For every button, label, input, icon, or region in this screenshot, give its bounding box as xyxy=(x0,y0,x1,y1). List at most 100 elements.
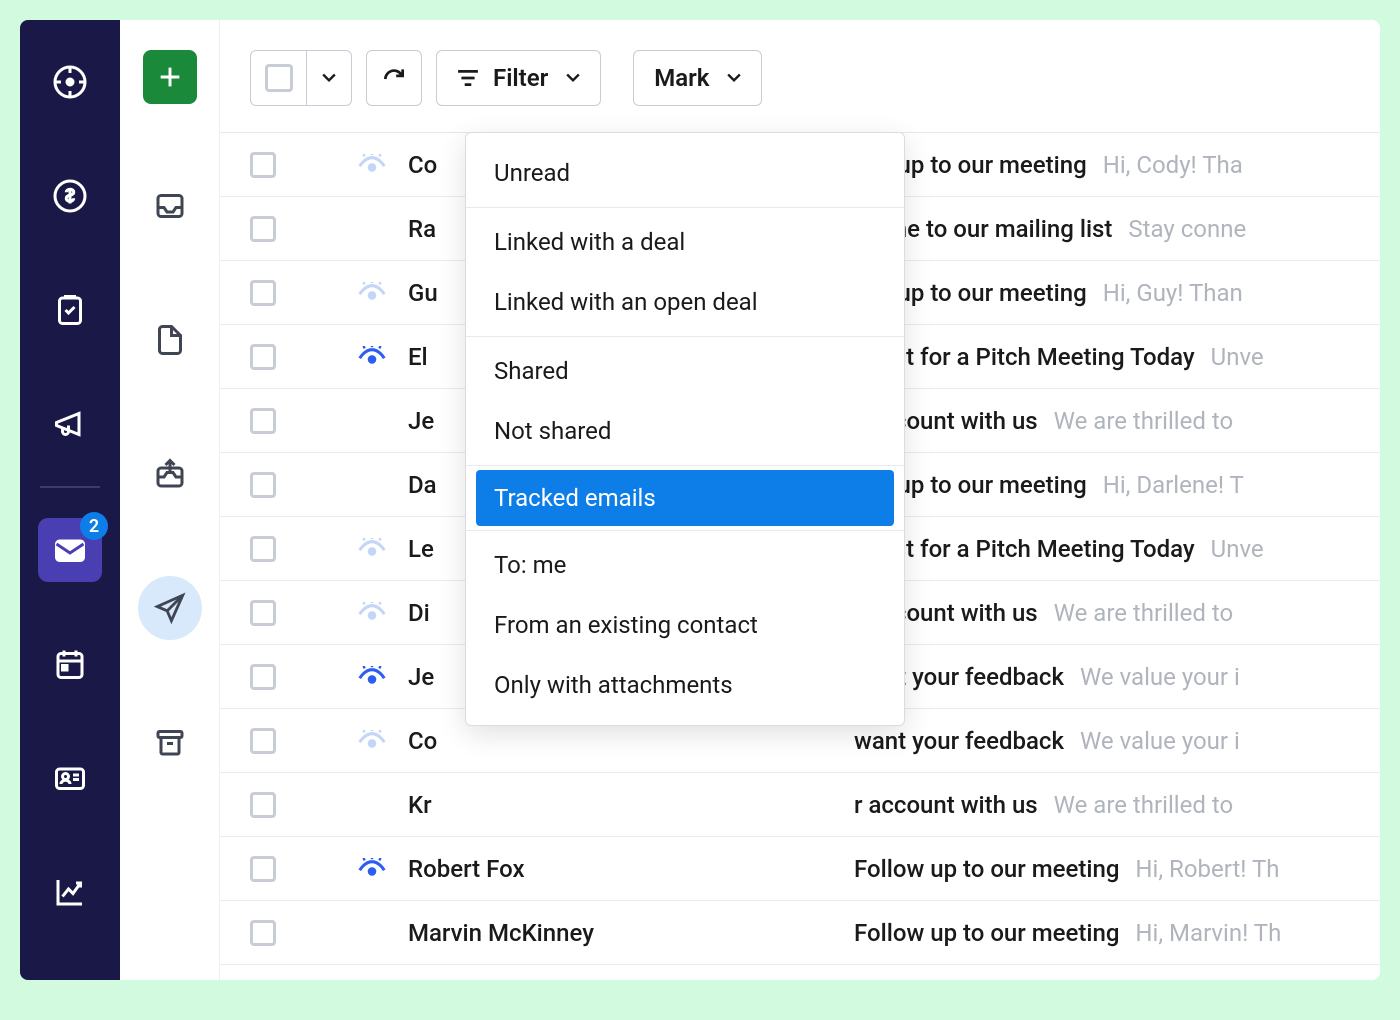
email-preview: Hi, Cody! Tha xyxy=(1103,151,1243,179)
email-row[interactable]: Robert Fox Follow up to our meeting Hi, … xyxy=(220,837,1380,901)
email-preview: Hi, Marvin! Th xyxy=(1135,919,1281,947)
tracked-indicator xyxy=(352,538,392,560)
filter-option[interactable]: Linked with a deal xyxy=(466,212,904,272)
dollar-icon xyxy=(52,178,88,214)
email-preview: We value your i xyxy=(1080,663,1240,691)
megaphone-icon xyxy=(52,406,88,442)
filter-option[interactable]: To: me xyxy=(466,535,904,595)
contact-card-icon xyxy=(52,760,88,796)
row-checkbox[interactable] xyxy=(250,408,276,434)
mark-label: Mark xyxy=(654,64,709,92)
row-checkbox[interactable] xyxy=(250,792,276,818)
mail-icon xyxy=(52,532,88,568)
row-checkbox[interactable] xyxy=(250,216,276,242)
row-checkbox[interactable] xyxy=(250,664,276,690)
file-icon xyxy=(152,322,188,358)
row-checkbox[interactable] xyxy=(250,344,276,370)
tracked-eye-icon xyxy=(357,858,387,880)
row-checkbox[interactable] xyxy=(250,472,276,498)
nav-tasks[interactable] xyxy=(38,278,102,342)
row-checkbox[interactable] xyxy=(250,600,276,626)
nav-contacts[interactable] xyxy=(38,746,102,810)
toolbar: Filter Mark xyxy=(220,20,1380,133)
filter-option[interactable]: Only with attachments xyxy=(466,655,904,715)
email-subject: want your feedback xyxy=(854,727,1064,755)
sender-name: Marvin McKinney xyxy=(408,919,838,947)
filter-dropdown: Unread Linked with a dealLinked with an o… xyxy=(465,132,905,726)
filter-option[interactable]: Linked with an open deal xyxy=(466,272,904,332)
calendar-icon xyxy=(52,646,88,682)
mark-button[interactable]: Mark xyxy=(633,50,762,106)
tracked-indicator xyxy=(352,154,392,176)
compass-icon xyxy=(52,64,88,100)
email-preview: We are thrilled to xyxy=(1054,407,1233,435)
filter-option[interactable]: Not shared xyxy=(466,401,904,461)
row-checkbox[interactable] xyxy=(250,152,276,178)
tracked-eye-icon xyxy=(357,602,387,624)
dropdown-separator xyxy=(466,530,904,531)
filter-option[interactable]: Unread xyxy=(466,143,904,203)
subnav-archive[interactable] xyxy=(138,710,202,774)
caret-down-icon xyxy=(566,73,580,83)
chart-icon xyxy=(52,874,88,910)
row-checkbox[interactable] xyxy=(250,920,276,946)
refresh-button[interactable] xyxy=(366,50,422,106)
tracked-indicator xyxy=(352,730,392,752)
subnav-outbox[interactable] xyxy=(138,442,202,506)
caret-down-icon xyxy=(322,73,336,83)
dropdown-separator xyxy=(466,465,904,466)
nav-campaigns[interactable] xyxy=(38,392,102,456)
sender-name: Co xyxy=(408,727,838,755)
nav-deals[interactable] xyxy=(38,164,102,228)
tracked-indicator xyxy=(352,282,392,304)
email-preview: We value your i xyxy=(1080,727,1240,755)
subnav-sent[interactable] xyxy=(138,576,202,640)
email-preview: Hi, Robert! Th xyxy=(1135,855,1279,883)
tracked-eye-icon xyxy=(357,730,387,752)
refresh-icon xyxy=(381,65,407,91)
clipboard-icon xyxy=(52,292,88,328)
filter-option[interactable]: From an existing contact xyxy=(466,595,904,655)
primary-nav: 2 xyxy=(20,20,120,980)
filter-icon xyxy=(457,69,479,87)
send-icon xyxy=(153,591,187,625)
archive-icon xyxy=(152,724,188,760)
caret-down-icon xyxy=(727,73,741,83)
email-row[interactable]: Marvin McKinney Follow up to our meeting… xyxy=(220,901,1380,965)
filter-option[interactable]: Tracked emails xyxy=(476,470,894,526)
sender-name: Robert Fox xyxy=(408,855,838,883)
tracked-indicator xyxy=(352,858,392,880)
email-preview: We are thrilled to xyxy=(1054,599,1233,627)
email-subject: Follow up to our meeting xyxy=(854,919,1119,947)
tracked-indicator xyxy=(352,602,392,624)
plus-icon xyxy=(156,63,184,91)
email-preview: Unve xyxy=(1211,535,1264,563)
subnav-inbox[interactable] xyxy=(138,174,202,238)
compose-button[interactable] xyxy=(143,50,197,104)
mail-badge: 2 xyxy=(80,512,108,540)
dropdown-separator xyxy=(466,336,904,337)
select-all[interactable] xyxy=(250,50,352,106)
inbox-icon xyxy=(152,188,188,224)
row-checkbox[interactable] xyxy=(250,536,276,562)
nav-calendar[interactable] xyxy=(38,632,102,696)
row-checkbox[interactable] xyxy=(250,728,276,754)
outbox-icon xyxy=(152,456,188,492)
email-row[interactable]: Kr r account with us We are thrilled to xyxy=(220,773,1380,837)
row-checkbox[interactable] xyxy=(250,280,276,306)
subnav-drafts[interactable] xyxy=(138,308,202,372)
email-subject: Follow up to our meeting xyxy=(854,855,1119,883)
filter-option[interactable]: Shared xyxy=(466,341,904,401)
mail-subnav xyxy=(120,20,220,980)
nav-compass[interactable] xyxy=(38,50,102,114)
nav-mail[interactable]: 2 xyxy=(38,518,102,582)
nav-insights[interactable] xyxy=(38,860,102,924)
tracked-eye-icon xyxy=(357,538,387,560)
email-subject: quest for a Pitch Meeting Today xyxy=(854,535,1195,563)
filter-button[interactable]: Filter xyxy=(436,50,601,106)
tracked-indicator xyxy=(352,346,392,368)
email-preview: We are thrilled to xyxy=(1054,791,1233,819)
checkbox-icon xyxy=(265,64,293,92)
tracked-eye-icon xyxy=(357,666,387,688)
row-checkbox[interactable] xyxy=(250,856,276,882)
